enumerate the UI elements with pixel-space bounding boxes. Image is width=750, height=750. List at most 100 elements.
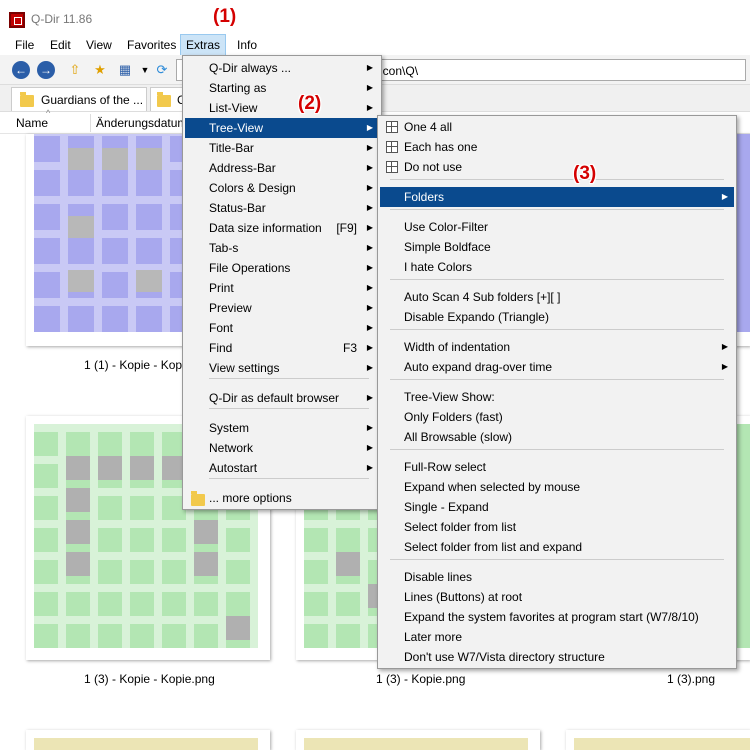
menu-item-label: List-View bbox=[209, 101, 258, 115]
submenu-item-tree-view-show[interactable]: Tree-View Show: bbox=[380, 387, 734, 407]
submenu-arrow-icon: ▶ bbox=[366, 63, 373, 72]
app-icon[interactable] bbox=[9, 12, 25, 28]
submenu-item-lines-buttons-at-root[interactable]: Lines (Buttons) at root bbox=[380, 587, 734, 607]
menu-item-colors-design[interactable]: Colors & Design ▶ bbox=[185, 178, 379, 198]
submenu-item-one-4-all[interactable]: One 4 all bbox=[380, 117, 734, 137]
menu-item-label: Data size information bbox=[209, 221, 322, 235]
folder-icon bbox=[191, 491, 205, 506]
chevron-down-icon[interactable]: ▼ bbox=[136, 62, 154, 78]
tree-view-submenu: One 4 all Each has one Do not use Folders ▶ U… bbox=[377, 115, 737, 669]
menu-favorites[interactable]: Favorites bbox=[127, 36, 176, 54]
tree-layout-icon bbox=[386, 121, 398, 133]
submenu-item-later-more[interactable]: Later more bbox=[380, 627, 734, 647]
menu-item-label: Font bbox=[209, 321, 234, 335]
folder-icon bbox=[157, 92, 171, 107]
menu-item-font[interactable]: Font ▶ bbox=[185, 318, 379, 338]
menu-item-print[interactable]: Print ▶ bbox=[185, 278, 379, 298]
submenu-item-label: Folders bbox=[404, 190, 445, 204]
submenu-item-label: Tree-View Show: bbox=[404, 390, 495, 404]
submenu-item-i-hate-colors[interactable]: I hate Colors bbox=[380, 257, 734, 277]
submenu-item-all-browsable-slow[interactable]: All Browsable (slow) bbox=[380, 427, 734, 447]
view-grid-icon[interactable]: ▦ bbox=[116, 62, 134, 78]
menu-file[interactable]: File bbox=[15, 36, 34, 54]
menu-item-tree-view[interactable]: Tree-View ▶ bbox=[185, 118, 379, 138]
submenu-item-folders[interactable]: Folders ▶ bbox=[380, 187, 734, 207]
menu-item-label: Autostart bbox=[209, 461, 258, 475]
refresh-icon[interactable]: ⟳ bbox=[153, 62, 171, 78]
menu-edit[interactable]: Edit bbox=[50, 36, 71, 54]
file-thumbnail[interactable] bbox=[26, 730, 270, 750]
menu-item-preview[interactable]: Preview ▶ bbox=[185, 298, 379, 318]
submenu-item-each-has-one[interactable]: Each has one bbox=[380, 137, 734, 157]
menu-item-label: Title-Bar bbox=[209, 141, 254, 155]
submenu-item-auto-expand-drag-over-time[interactable]: Auto expand drag-over time ▶ bbox=[380, 357, 734, 377]
menu-item-address-bar[interactable]: Address-Bar ▶ bbox=[185, 158, 379, 178]
file-caption: 1 (3) - Kopie.png bbox=[376, 672, 466, 686]
menu-item-find[interactable]: Find F3 ▶ bbox=[185, 338, 379, 358]
back-icon[interactable]: ← bbox=[12, 61, 30, 79]
menu-item-shortcut: F3 bbox=[342, 341, 357, 355]
menu-item-label: Q-Dir always ... bbox=[209, 61, 292, 75]
menu-item-tab-s[interactable]: Tab-s ▶ bbox=[185, 238, 379, 258]
menu-item-title-bar[interactable]: Title-Bar ▶ bbox=[185, 138, 379, 158]
menu-item-data-size-information[interactable]: Data size information [F9] ▶ bbox=[185, 218, 379, 238]
submenu-arrow-icon: ▶ bbox=[366, 423, 373, 432]
submenu-item-don-t-use-w7-vista-directory-structure[interactable]: Don't use W7/Vista directory structure bbox=[380, 647, 734, 667]
submenu-item-label: One 4 all bbox=[404, 120, 453, 134]
forward-icon[interactable]: → bbox=[37, 61, 55, 79]
menu-item-label: File Operations bbox=[209, 261, 291, 275]
submenu-arrow-icon: ▶ bbox=[366, 163, 373, 172]
menu-item-more-options[interactable]: ... more options bbox=[185, 488, 379, 508]
submenu-item-select-folder-from-list-and-expand[interactable]: Select folder from list and expand bbox=[380, 537, 734, 557]
menu-extras[interactable]: Extras bbox=[180, 34, 227, 56]
submenu-item-expand-when-selected-by-mouse[interactable]: Expand when selected by mouse bbox=[380, 477, 734, 497]
submenu-item-auto-scan-4-sub-folders[interactable]: Auto Scan 4 Sub folders [+][ ] bbox=[380, 287, 734, 307]
sort-asc-icon: ^ bbox=[46, 108, 51, 118]
new-folder-icon[interactable]: ★ bbox=[91, 62, 109, 78]
submenu-arrow-icon: ▶ bbox=[721, 362, 728, 371]
submenu-item-label: Simple Boldface bbox=[404, 240, 491, 254]
submenu-item-expand-the-system-favorites-at-program-start-w7-8-10[interactable]: Expand the system favorites at program s… bbox=[380, 607, 734, 627]
column-name[interactable]: Name bbox=[16, 116, 48, 130]
menu-item-q-dir-as-default-browser[interactable]: Q-Dir as default browser ▶ bbox=[185, 388, 379, 408]
submenu-item-use-color-filter[interactable]: Use Color-Filter bbox=[380, 217, 734, 237]
submenu-item-disable-lines[interactable]: Disable lines bbox=[380, 567, 734, 587]
submenu-item-width-of-indentation[interactable]: Width of indentation ▶ bbox=[380, 337, 734, 357]
menu-item-file-operations[interactable]: File Operations ▶ bbox=[185, 258, 379, 278]
submenu-item-do-not-use[interactable]: Do not use bbox=[380, 157, 734, 177]
menu-item-network[interactable]: Network ▶ bbox=[185, 438, 379, 458]
submenu-arrow-icon: ▶ bbox=[366, 283, 373, 292]
submenu-arrow-icon: ▶ bbox=[366, 123, 373, 132]
submenu-item-full-row-select[interactable]: Full-Row select bbox=[380, 457, 734, 477]
submenu-arrow-icon: ▶ bbox=[366, 243, 373, 252]
submenu-item-simple-boldface[interactable]: Simple Boldface bbox=[380, 237, 734, 257]
submenu-item-disable-expando-triangle[interactable]: Disable Expando (Triangle) bbox=[380, 307, 734, 327]
menu-item-label: Find bbox=[209, 341, 233, 355]
menu-item-status-bar[interactable]: Status-Bar ▶ bbox=[185, 198, 379, 218]
menu-item-q-dir-always[interactable]: Q-Dir always ... ▶ bbox=[185, 58, 379, 78]
tab-guardians[interactable]: Guardians of the ... bbox=[11, 87, 147, 111]
menu-view[interactable]: View bbox=[86, 36, 112, 54]
menu-item-view-settings[interactable]: View settings ▶ bbox=[185, 358, 379, 378]
menu-separator bbox=[209, 408, 369, 409]
menu-item-list-view[interactable]: List-View ▶ bbox=[185, 98, 379, 118]
menu-item-label: Network bbox=[209, 441, 254, 455]
menu-separator bbox=[390, 329, 724, 330]
menu-item-autostart[interactable]: Autostart ▶ bbox=[185, 458, 379, 478]
submenu-item-select-folder-from-list[interactable]: Select folder from list bbox=[380, 517, 734, 537]
submenu-arrow-icon: ▶ bbox=[366, 223, 373, 232]
menu-separator bbox=[209, 378, 369, 379]
menu-item-label: Print bbox=[209, 281, 234, 295]
menu-info[interactable]: Info bbox=[237, 36, 257, 54]
file-thumbnail[interactable] bbox=[566, 730, 750, 750]
up-folder-icon[interactable]: ⇧ bbox=[66, 62, 84, 78]
menu-item-system[interactable]: System ▶ bbox=[185, 418, 379, 438]
submenu-item-label: Width of indentation bbox=[404, 340, 511, 354]
submenu-arrow-icon: ▶ bbox=[366, 393, 373, 402]
file-thumbnail[interactable] bbox=[296, 730, 540, 750]
submenu-item-single-expand[interactable]: Single - Expand bbox=[380, 497, 734, 517]
submenu-item-label: Do not use bbox=[404, 160, 463, 174]
menu-item-starting-as[interactable]: Starting as ▶ bbox=[185, 78, 379, 98]
column-date[interactable]: Änderungsdatum bbox=[96, 116, 187, 130]
submenu-item-only-folders-fast[interactable]: Only Folders (fast) bbox=[380, 407, 734, 427]
